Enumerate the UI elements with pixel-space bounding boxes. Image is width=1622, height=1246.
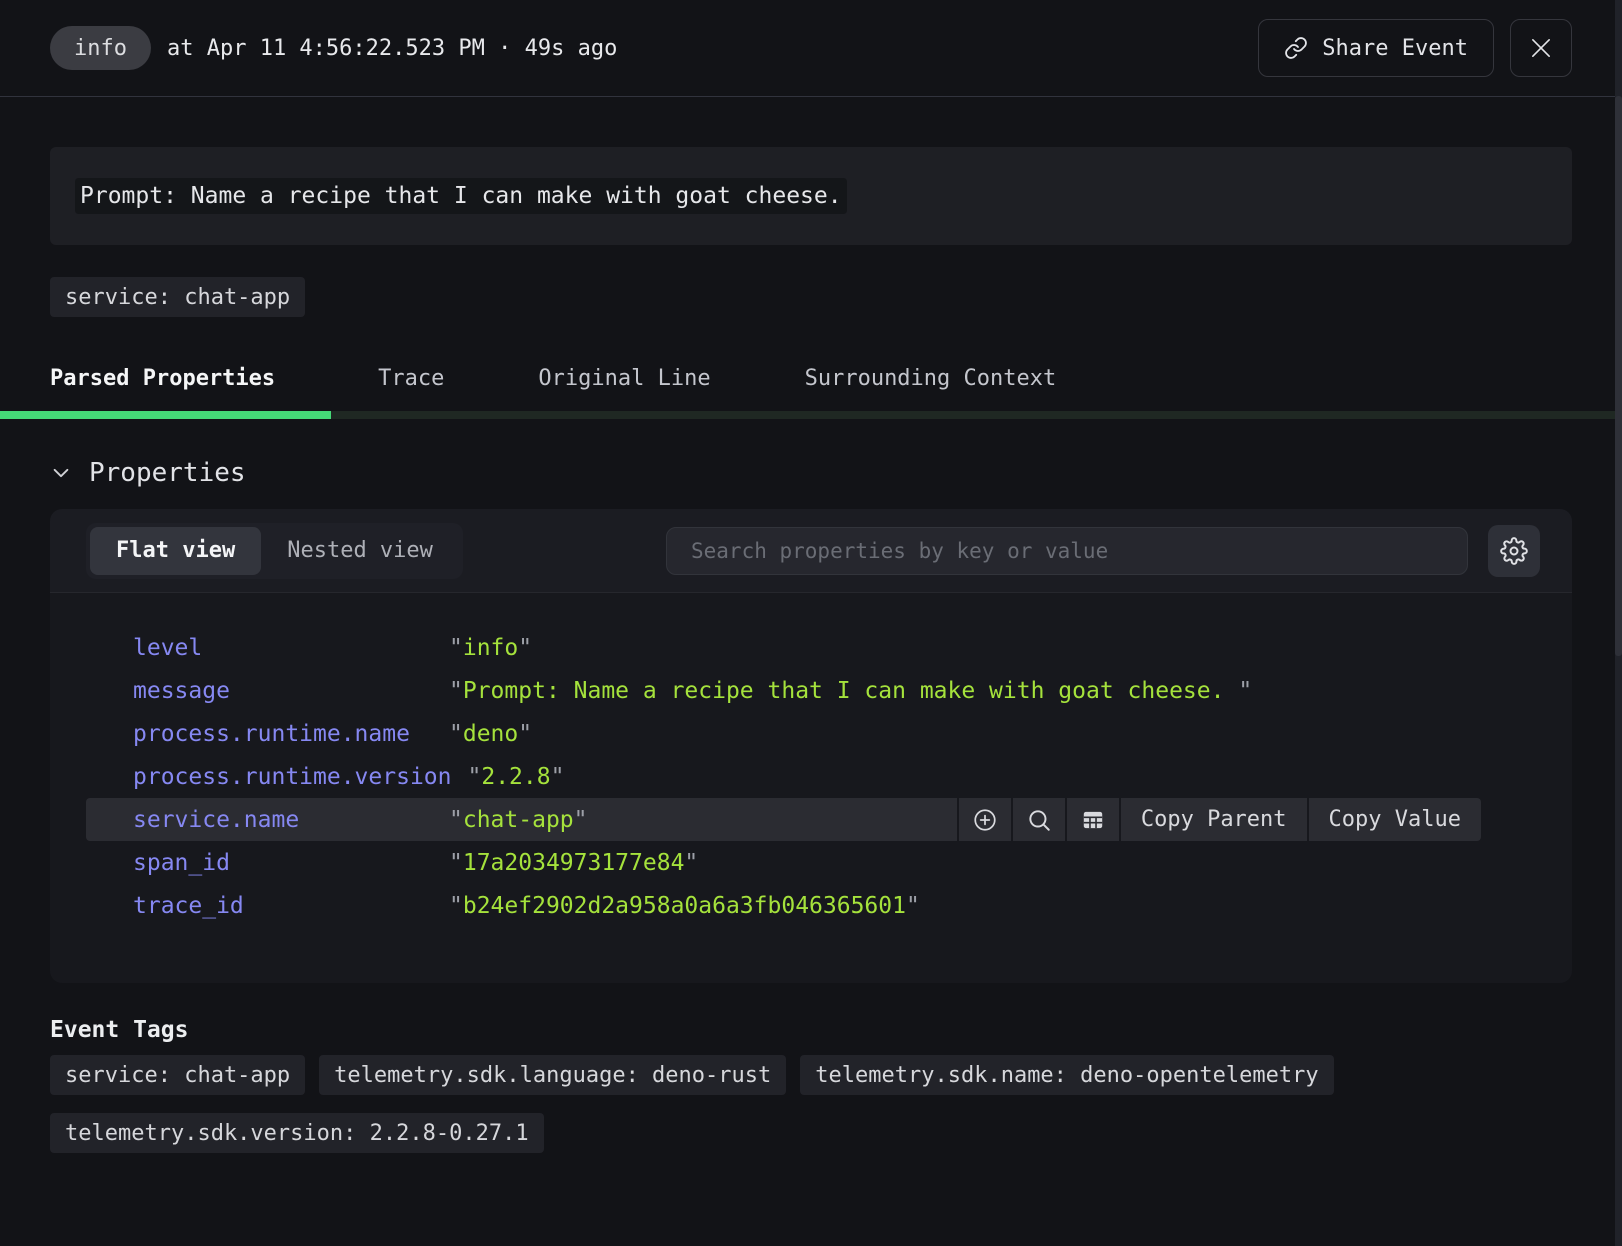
property-value: "deno": [449, 721, 532, 747]
property-row-content: message "Prompt: Name a recipe that I can…: [86, 669, 1481, 712]
event-detail-panel: info at Apr 11 4:56:22.523 PM · 49s ago …: [0, 0, 1622, 1246]
add-to-query-icon: [972, 807, 998, 833]
property-value: "Prompt: Name a recipe that I can make w…: [449, 678, 1252, 704]
property-row-service.name[interactable]: service.name "chat-app" Copy ParentCopy Va…: [86, 798, 1481, 841]
copy-value-button[interactable]: Copy Value: [1309, 798, 1481, 841]
event-tag-chip[interactable]: telemetry.sdk.language: deno-rust: [319, 1055, 786, 1095]
topbar: info at Apr 11 4:56:22.523 PM · 49s ago …: [0, 0, 1622, 97]
row-actions: Copy ParentCopy Value: [959, 798, 1481, 841]
scrollbar-thumb[interactable]: [1615, 96, 1622, 656]
property-row-content: service.name "chat-app": [86, 798, 957, 841]
property-key: process.runtime.name: [133, 721, 433, 747]
event-tags-title: Event Tags: [50, 1017, 1572, 1043]
service-chip[interactable]: service: chat-app: [50, 277, 305, 317]
property-row-content: level "info": [86, 626, 1481, 669]
search-button[interactable]: [1013, 798, 1065, 841]
tab-bar: Parsed PropertiesTraceOriginal LineSurro…: [0, 346, 1622, 419]
add-to-query-button[interactable]: [959, 798, 1011, 841]
property-key: process.runtime.version: [133, 764, 452, 790]
property-row-trace_id[interactable]: trace_id "b24ef2902d2a958a0a6a3fb04636560…: [86, 884, 1481, 927]
property-row-content: trace_id "b24ef2902d2a958a0a6a3fb04636560…: [86, 884, 1481, 927]
topbar-actions: Share Event: [1258, 19, 1572, 77]
level-badge: info: [50, 26, 151, 70]
table-button[interactable]: [1067, 798, 1119, 841]
tab-original-line[interactable]: Original Line: [491, 346, 757, 419]
link-icon: [1284, 36, 1308, 60]
event-tags-list: service: chat-app telemetry.sdk.language:…: [50, 1055, 1572, 1153]
properties-section-header[interactable]: Properties: [50, 457, 1572, 489]
event-tag-chip[interactable]: telemetry.sdk.version: 2.2.8-0.27.1: [50, 1113, 544, 1153]
tab-parsed-properties[interactable]: Parsed Properties: [0, 346, 331, 419]
event-detail-content: Prompt: Name a recipe that I can make wi…: [0, 147, 1622, 1153]
share-event-label: Share Event: [1322, 36, 1468, 61]
property-key: message: [133, 678, 433, 704]
message-preview-text: Prompt: Name a recipe that I can make wi…: [80, 183, 842, 209]
property-key: level: [133, 635, 433, 661]
property-value: "info": [449, 635, 532, 661]
property-key: span_id: [133, 850, 433, 876]
properties-list: level "info" message "Prompt: Name a recipe…: [50, 593, 1572, 983]
properties-card: Flat view Nested view level "info" message…: [50, 509, 1572, 983]
properties-settings-button[interactable]: [1488, 525, 1540, 577]
nested-view-button[interactable]: Nested view: [261, 527, 459, 575]
property-value: "chat-app": [449, 807, 588, 833]
properties-toolbar: Flat view Nested view: [50, 509, 1572, 593]
properties-search-input[interactable]: [666, 527, 1468, 575]
view-toggle: Flat view Nested view: [86, 523, 463, 579]
tab-trace[interactable]: Trace: [331, 346, 491, 419]
property-row-level[interactable]: level "info": [86, 626, 1481, 669]
copy-parent-button[interactable]: Copy Parent: [1121, 798, 1307, 841]
close-icon: [1527, 34, 1555, 62]
property-key: trace_id: [133, 893, 433, 919]
property-row-message[interactable]: message "Prompt: Name a recipe that I can…: [86, 669, 1481, 712]
properties-title: Properties: [89, 458, 246, 488]
property-row-process.runtime.version[interactable]: process.runtime.version "2.2.8": [86, 755, 1481, 798]
property-row-content: process.runtime.name "deno": [86, 712, 1481, 755]
property-row-content: process.runtime.version "2.2.8": [86, 755, 1481, 798]
search-icon: [1026, 807, 1052, 833]
property-row-span_id[interactable]: span_id "17a2034973177e84": [86, 841, 1481, 884]
chevron-down-icon: [50, 462, 72, 484]
scrollbar-track[interactable]: [1615, 0, 1622, 1246]
event-tag-chip[interactable]: service: chat-app: [50, 1055, 305, 1095]
event-timestamp: at Apr 11 4:56:22.523 PM · 49s ago: [167, 36, 617, 61]
message-preview-box: Prompt: Name a recipe that I can make wi…: [50, 147, 1572, 245]
event-tag-chip[interactable]: telemetry.sdk.name: deno-opentelemetry: [800, 1055, 1333, 1095]
property-value: "17a2034973177e84": [449, 850, 698, 876]
tab-surrounding-context[interactable]: Surrounding Context: [758, 346, 1104, 419]
property-value: "2.2.8": [468, 764, 565, 790]
table-icon: [1080, 807, 1106, 833]
flat-view-button[interactable]: Flat view: [90, 527, 261, 575]
property-row-content: span_id "17a2034973177e84": [86, 841, 1481, 884]
property-key: service.name: [133, 807, 433, 833]
property-row-process.runtime.name[interactable]: process.runtime.name "deno": [86, 712, 1481, 755]
share-event-button[interactable]: Share Event: [1258, 19, 1494, 77]
close-button[interactable]: [1510, 19, 1572, 77]
gear-icon: [1500, 537, 1528, 565]
property-value: "b24ef2902d2a958a0a6a3fb046365601": [449, 893, 920, 919]
